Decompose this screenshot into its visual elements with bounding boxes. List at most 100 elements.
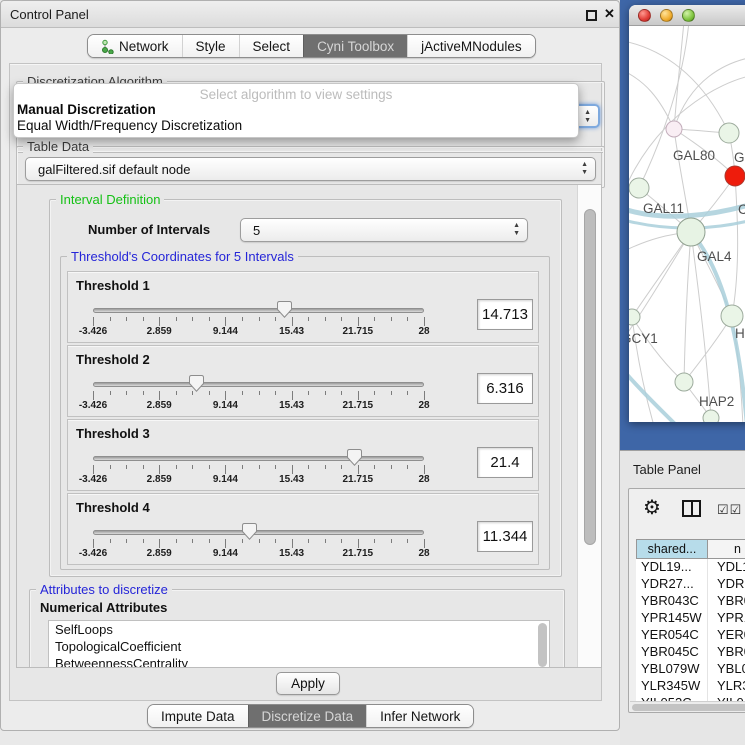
number-of-intervals-label: Number of Intervals — [88, 222, 210, 237]
tick-label: 28 — [418, 326, 429, 337]
gear-icon[interactable]: ⚙ — [643, 495, 661, 520]
threshold-value-field[interactable]: 21.4 — [477, 447, 533, 478]
table-row[interactable]: YLR345WYLR3 — [636, 678, 745, 695]
threshold-slider-track[interactable] — [93, 456, 424, 461]
settings-scrollbar-track[interactable] — [577, 185, 601, 667]
mac-close-icon[interactable] — [638, 9, 651, 22]
column-header-name[interactable]: n — [707, 539, 745, 559]
cell-shared-name: YLR345W — [636, 678, 707, 695]
slider-tick-labels: -3.4262.8599.14415.4321.71528 — [93, 326, 424, 337]
table-row[interactable]: YBR045CYBR0 — [636, 644, 745, 661]
interval-definition-title: Interval Definition — [56, 192, 164, 207]
network-node-label: GCY1 — [629, 331, 658, 346]
threshold-value-field[interactable]: 6.316 — [477, 373, 533, 404]
algorithm-dropdown-popup: Select algorithm to view settings Manual… — [13, 83, 579, 138]
attribute-list-item[interactable]: BetweennessCentrality — [49, 655, 549, 668]
table-horizontal-scrollbar[interactable] — [630, 701, 745, 712]
table-data-combobox[interactable]: galFiltered.sif default node ▲▼ — [25, 157, 596, 181]
number-of-intervals-combobox[interactable]: 5 ▲▼ — [240, 218, 528, 242]
tick-label: 15.43 — [279, 548, 304, 559]
algorithm-placeholder-option[interactable]: Select algorithm to view settings — [14, 87, 578, 102]
tab-infer-network[interactable]: Infer Network — [366, 705, 473, 727]
network-node[interactable] — [666, 121, 682, 137]
tick-label: 28 — [418, 400, 429, 411]
column-header-shared-name[interactable]: shared... — [636, 539, 708, 559]
network-node[interactable] — [675, 373, 693, 391]
algorithm-option[interactable]: Manual Discretization — [14, 102, 578, 118]
network-node[interactable] — [629, 178, 649, 198]
combo-stepper-icon: ▲▼ — [513, 222, 520, 238]
thresholds-group: Threshold's Coordinates for 5 Intervals … — [60, 256, 550, 570]
tick-label: 9.144 — [213, 326, 238, 337]
threshold-label: Threshold 3 — [76, 426, 150, 441]
apply-button[interactable]: Apply — [276, 672, 340, 695]
attributes-list-scrollbar[interactable] — [538, 623, 547, 667]
threshold-slider-handle[interactable] — [277, 301, 292, 318]
tick-label: 28 — [418, 548, 429, 559]
threshold-slider-track[interactable] — [93, 308, 424, 313]
hscroll-thumb[interactable] — [632, 704, 745, 711]
cell-shared-name: YBL079W — [636, 661, 707, 678]
tick-label: 2.859 — [147, 548, 172, 559]
column-checkboxes-icon[interactable]: ☑☑ — [717, 502, 742, 518]
cell-name: YBR0 — [707, 644, 745, 661]
tab-discretize-data[interactable]: Discretize Data — [248, 705, 367, 727]
network-node-label: H — [735, 326, 745, 341]
slider-tick-labels: -3.4262.8599.14415.4321.71528 — [93, 548, 424, 559]
tick-label: 21.715 — [343, 474, 374, 485]
network-node[interactable] — [719, 123, 739, 143]
tab-select[interactable]: Select — [239, 35, 304, 57]
tab-label: Style — [196, 39, 226, 54]
tick-label: 21.715 — [343, 400, 374, 411]
attributes-group: Attributes to discretize Numerical Attri… — [29, 589, 565, 668]
tick-label: 9.144 — [213, 400, 238, 411]
threshold-slider-track[interactable] — [93, 382, 424, 387]
split-columns-icon[interactable] — [682, 500, 701, 517]
tab-label: Cyni Toolbox — [317, 39, 394, 54]
close-icon[interactable]: ✕ — [604, 6, 615, 22]
cell-shared-name: YPR145W — [636, 610, 707, 627]
network-node-label: GAL4 — [697, 249, 732, 264]
table-panel: Table Panel ⚙ ☑☑ shared... n YDL19...YDL… — [620, 450, 745, 745]
network-graph: GAL80GCGAL11GAL4GCY1HHAP2 — [629, 26, 745, 422]
threshold-value-field[interactable]: 11.344 — [477, 521, 533, 552]
tab-style[interactable]: Style — [182, 35, 239, 57]
table-row[interactable]: YDL19...YDL1 — [636, 559, 745, 576]
table-row[interactable]: YER054CYER0 — [636, 627, 745, 644]
network-node[interactable] — [629, 309, 640, 325]
tab-impute-data[interactable]: Impute Data — [148, 705, 248, 727]
attribute-list-item[interactable]: TopologicalCoefficient — [49, 638, 549, 655]
slider-ticks — [93, 539, 424, 548]
combo-stepper-icon: ▲▼ — [581, 161, 588, 177]
threshold-value-field[interactable]: 14.713 — [477, 299, 533, 330]
threshold-slider-handle[interactable] — [242, 523, 257, 540]
table-row[interactable]: YBL079WYBL0 — [636, 661, 745, 678]
network-canvas[interactable]: GAL80GCGAL11GAL4GCY1HHAP2 — [629, 26, 745, 422]
attributes-group-title: Attributes to discretize — [36, 582, 172, 597]
tab-jactivemnodules[interactable]: jActiveMNodules — [407, 35, 535, 57]
table-row[interactable]: YBR043CYBR0 — [636, 593, 745, 610]
tab-network[interactable]: Network — [88, 35, 182, 57]
threshold-slider-handle[interactable] — [189, 375, 204, 392]
threshold-slider-track[interactable] — [93, 530, 424, 535]
network-node[interactable] — [677, 218, 705, 246]
tab-cyni-toolbox[interactable]: Cyni Toolbox — [303, 35, 407, 57]
threshold-slider-handle[interactable] — [347, 449, 362, 466]
network-node[interactable] — [721, 305, 743, 327]
threshold-label: Threshold 4 — [76, 500, 150, 515]
table-rows: YDL19...YDL1YDR27...YDR2YBR043CYBR0YPR14… — [636, 559, 745, 701]
mac-minimize-icon[interactable] — [660, 9, 673, 22]
table-row[interactable]: YPR145WYPR1 — [636, 610, 745, 627]
float-window-icon[interactable] — [586, 10, 597, 21]
numerical-attributes-list[interactable]: SelfLoopsTopologicalCoefficientBetweenne… — [48, 620, 550, 668]
network-node[interactable] — [725, 166, 745, 186]
attribute-list-item[interactable]: SelfLoops — [49, 621, 549, 638]
algorithm-option[interactable]: Equal Width/Frequency Discretization — [14, 118, 578, 134]
settings-scrollbar-thumb[interactable] — [584, 209, 596, 545]
network-edge — [632, 232, 691, 317]
table-row[interactable]: YDR27...YDR2 — [636, 576, 745, 593]
mac-zoom-icon[interactable] — [682, 9, 695, 22]
cell-shared-name: YER054C — [636, 627, 707, 644]
network-node[interactable] — [703, 410, 719, 422]
combo-stepper-icon: ▲▼ — [584, 109, 591, 125]
